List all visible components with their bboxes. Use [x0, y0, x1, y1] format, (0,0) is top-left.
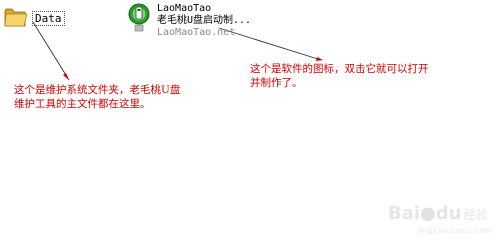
laomaotao-app-icon: [128, 3, 150, 32]
app-annotation-line-1: 这个是软件的图标，双击它就可以打开: [250, 63, 429, 75]
data-folder-item[interactable]: Data: [4, 6, 65, 28]
paw-icon: ●: [420, 203, 436, 224]
watermark-url: jingyan.baidu.com: [418, 226, 492, 235]
app-publisher: LaoMaoTao.net: [157, 27, 236, 38]
app-description: 老毛桃U盘启动制...: [157, 15, 252, 26]
watermark-brand: Bai: [388, 203, 421, 224]
arrow-to-app-head: [316, 57, 323, 61]
arrow-to-folder-head: [63, 73, 69, 80]
folder-icon: [4, 8, 28, 27]
app-annotation-line-2: 并制作了。: [250, 77, 303, 89]
folder-name: Data: [32, 11, 65, 26]
app-name: LaoMaoTao: [157, 3, 212, 14]
arrow-to-folder: [32, 21, 70, 81]
laomaotao-app-item[interactable]: LaoMaoTao 老毛桃U盘启动制... LaoMaoTao.net: [128, 3, 251, 39]
watermark-suffix: 经验: [463, 208, 488, 222]
folder-annotation: 这个是维护系统文件夹，老毛桃U盘 维护工具的主文件都在这里。: [14, 83, 180, 111]
baidu-jingyan-watermark: Bai●du 经验: [388, 203, 487, 224]
watermark-brand-tail: du: [435, 203, 462, 224]
app-annotation: 这个是软件的图标，双击它就可以打开 并制作了。: [250, 62, 429, 90]
desktop-window: Data LaoMaoTao 老毛桃U盘启动制... LaoMaoTao.net…: [0, 0, 500, 246]
folder-annotation-line-2: 维护工具的主文件都在这里。: [14, 98, 151, 110]
folder-annotation-line-1: 这个是维护系统文件夹，老毛桃U盘: [14, 84, 181, 96]
